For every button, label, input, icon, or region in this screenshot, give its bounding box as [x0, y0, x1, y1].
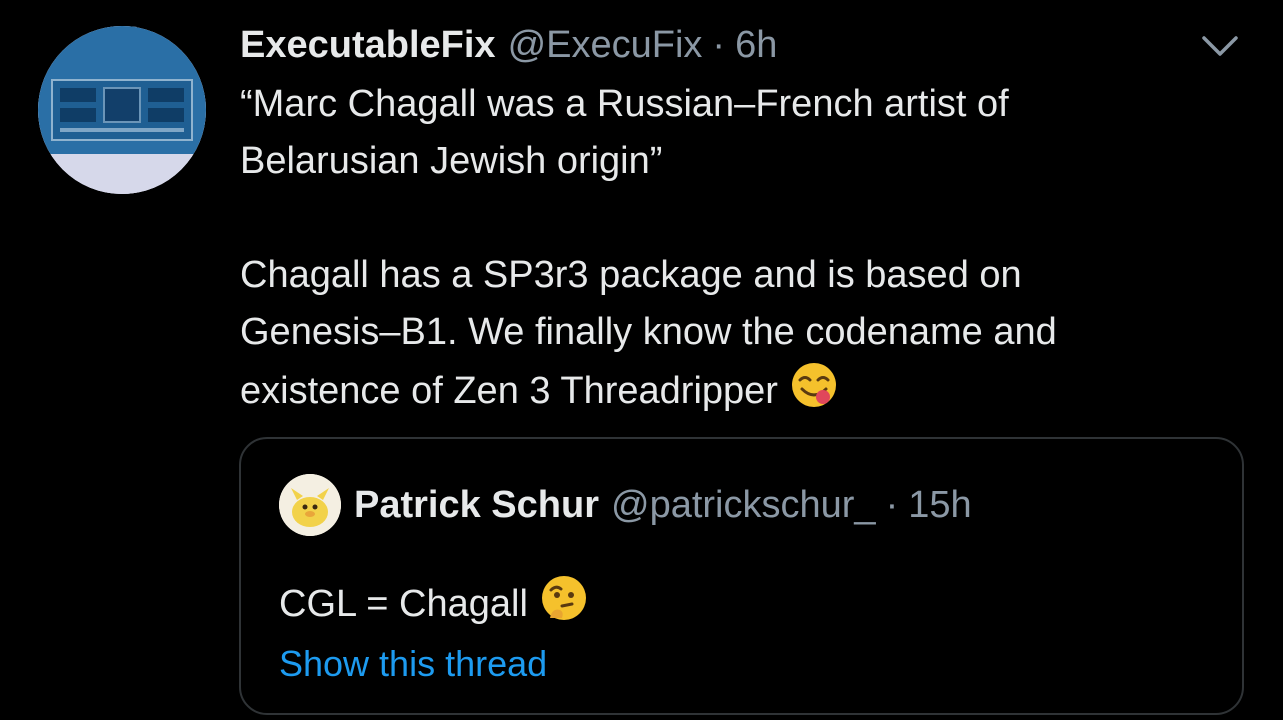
quoted-timestamp[interactable]: 15h [908, 484, 971, 527]
face-savoring-food-emoji [790, 361, 838, 426]
quoted-tweet-card[interactable]: Patrick Schur @patrickschur_ · 15h CGL =… [239, 437, 1244, 715]
quoted-text: CGL = Chagall [279, 583, 528, 625]
tweet-timestamp[interactable]: 6h [735, 24, 777, 67]
tweet-text: “Marc Chagall was a Russian–French artis… [240, 76, 1240, 426]
quoted-text-line: CGL = Chagall [279, 574, 588, 635]
tweet-header: ExecutableFix @ExecuFix · 6h [240, 22, 777, 68]
thinking-face-emoji [540, 574, 588, 635]
tweet-text-line: Chagall has a SP3r3 package and is based… [240, 254, 1022, 296]
quoted-avatar[interactable] [279, 474, 341, 536]
separator-dot: · [885, 483, 899, 526]
tweet-text-line: Genesis–B1. We finally know the codename… [240, 311, 1057, 353]
tweet-text-line: Belarusian Jewish origin” [240, 140, 663, 182]
avatar[interactable] [38, 26, 206, 194]
tweet[interactable]: ExecutableFix @ExecuFix · 6h “Marc Chaga… [0, 0, 1283, 720]
author-name[interactable]: ExecutableFix [240, 24, 496, 67]
tweet-text-line: “Marc Chagall was a Russian–French artis… [240, 83, 1009, 125]
quoted-header: Patrick Schur @patrickschur_ · 15h [354, 482, 972, 528]
quoted-author-name[interactable]: Patrick Schur [354, 484, 599, 527]
tweet-text-line-with-emoji: existence of Zen 3 Threadripper [240, 361, 1240, 426]
chevron-down-icon[interactable] [1196, 30, 1244, 62]
tweet-text-line: existence of Zen 3 Threadripper [240, 370, 778, 412]
quoted-author-handle[interactable]: @patrickschur_ [611, 484, 876, 527]
show-thread-link[interactable]: Show this thread [279, 639, 547, 689]
author-handle[interactable]: @ExecuFix [508, 24, 703, 67]
separator-dot: · [712, 23, 726, 66]
